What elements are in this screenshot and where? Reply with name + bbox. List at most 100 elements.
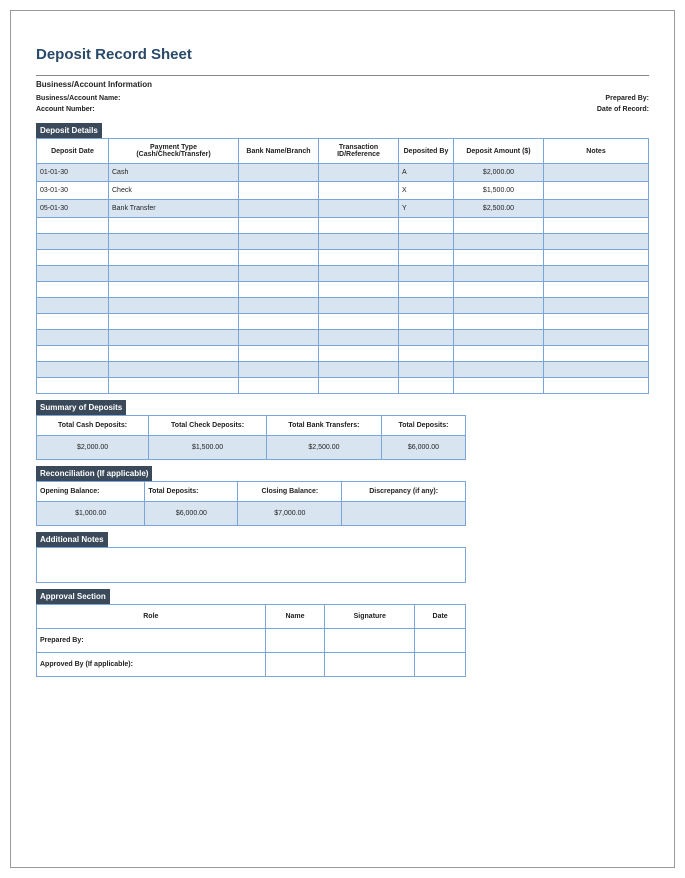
cell-date xyxy=(37,314,109,330)
cell-amount xyxy=(454,330,544,346)
col-date: Deposit Date xyxy=(37,139,109,164)
col-payment: Payment Type (Cash/Check/Transfer) xyxy=(109,139,239,164)
recon-closing-value: $7,000.00 xyxy=(238,502,342,526)
cell-notes xyxy=(544,234,649,250)
summary-total-label: Total Deposits: xyxy=(381,416,465,436)
cell-bank xyxy=(239,266,319,282)
cell-transaction xyxy=(319,234,399,250)
business-row-2: Account Number: Date of Record: xyxy=(36,106,649,113)
approval-signature-label: Signature xyxy=(325,605,415,629)
cell-bank xyxy=(239,314,319,330)
approval-role-label: Role xyxy=(37,605,266,629)
approval-table: Role Name Signature Date Prepared By:App… xyxy=(36,604,466,677)
cell-amount xyxy=(454,218,544,234)
cell-bank xyxy=(239,330,319,346)
cell-payment xyxy=(109,234,239,250)
cell-deposited_by xyxy=(399,282,454,298)
cell-bank xyxy=(239,378,319,394)
reconciliation-table: Opening Balance: Total Deposits: Closing… xyxy=(36,481,466,526)
cell-transaction xyxy=(319,266,399,282)
approval-header-row: Role Name Signature Date xyxy=(37,605,466,629)
cell-notes xyxy=(544,362,649,378)
cell-notes xyxy=(544,266,649,282)
cell-amount xyxy=(454,346,544,362)
cell-date xyxy=(37,330,109,346)
account-number-label: Account Number: xyxy=(36,106,136,113)
prepared-by-label: Prepared By: xyxy=(549,95,649,102)
deposit-details-table: Deposit Date Payment Type (Cash/Check/Tr… xyxy=(36,138,649,394)
col-bank: Bank Name/Branch xyxy=(239,139,319,164)
summary-bank-value: $2,500.00 xyxy=(266,436,381,460)
cell-notes xyxy=(544,218,649,234)
cell-payment xyxy=(109,298,239,314)
cell-payment xyxy=(109,378,239,394)
summary-heading: Summary of Deposits xyxy=(36,400,126,415)
reconciliation-heading: Reconciliation (If applicable) xyxy=(36,466,152,481)
cell-date xyxy=(37,266,109,282)
business-info-heading: Business/Account Information xyxy=(36,80,649,89)
cell-payment: Check xyxy=(109,182,239,200)
summary-check-value: $1,500.00 xyxy=(149,436,267,460)
table-row: 03-01-30CheckX$1,500.00 xyxy=(37,182,649,200)
cell-payment xyxy=(109,250,239,266)
cell-name xyxy=(265,629,325,653)
business-name-label: Business/Account Name: xyxy=(36,95,136,102)
summary-cash-value: $2,000.00 xyxy=(37,436,149,460)
recon-closing-label: Closing Balance: xyxy=(238,482,342,502)
cell-date xyxy=(37,218,109,234)
cell-deposited_by xyxy=(399,378,454,394)
cell-amount xyxy=(454,282,544,298)
cell-payment xyxy=(109,218,239,234)
cell-amount: $2,000.00 xyxy=(454,164,544,182)
cell-payment xyxy=(109,362,239,378)
cell-deposited_by xyxy=(399,346,454,362)
cell-transaction xyxy=(319,164,399,182)
summary-header-row: Total Cash Deposits: Total Check Deposit… xyxy=(37,416,466,436)
cell-notes xyxy=(544,378,649,394)
table-row: 01-01-30CashA$2,000.00 xyxy=(37,164,649,182)
cell-bank xyxy=(239,164,319,182)
cell-date xyxy=(37,378,109,394)
cell-date xyxy=(37,282,109,298)
cell-name xyxy=(265,653,325,677)
cell-transaction xyxy=(319,182,399,200)
cell-amount xyxy=(454,234,544,250)
summary-table: Total Cash Deposits: Total Check Deposit… xyxy=(36,415,466,460)
cell-deposited_by xyxy=(399,314,454,330)
cell-payment: Bank Transfer xyxy=(109,200,239,218)
cell-date xyxy=(37,362,109,378)
cell-amount xyxy=(454,314,544,330)
cell-notes xyxy=(544,282,649,298)
cell-deposited_by xyxy=(399,362,454,378)
cell-date xyxy=(37,298,109,314)
cell-role: Approved By (If applicable): xyxy=(37,653,266,677)
cell-notes xyxy=(544,182,649,200)
table-row xyxy=(37,378,649,394)
summary-bank-label: Total Bank Transfers: xyxy=(266,416,381,436)
notes-box xyxy=(36,547,466,583)
cell-amount xyxy=(454,298,544,314)
cell-date xyxy=(37,346,109,362)
deposit-details-heading: Deposit Details xyxy=(36,123,102,138)
table-row xyxy=(37,346,649,362)
col-transaction: Transaction ID/Reference xyxy=(319,139,399,164)
cell-date: 01-01-30 xyxy=(37,164,109,182)
cell-deposited_by xyxy=(399,250,454,266)
page: Deposit Record Sheet Business/Account In… xyxy=(10,10,675,868)
cell-deposited_by xyxy=(399,218,454,234)
table-row xyxy=(37,266,649,282)
table-row xyxy=(37,330,649,346)
business-row-1: Business/Account Name: Prepared By: xyxy=(36,95,649,102)
col-amount: Deposit Amount ($) xyxy=(454,139,544,164)
table-row: 05-01-30Bank TransferY$2,500.00 xyxy=(37,200,649,218)
cell-payment xyxy=(109,330,239,346)
cell-bank xyxy=(239,234,319,250)
table-row xyxy=(37,314,649,330)
cell-transaction xyxy=(319,330,399,346)
date-of-record-label: Date of Record: xyxy=(549,106,649,113)
table-row: Approved By (If applicable): xyxy=(37,653,466,677)
summary-cash-label: Total Cash Deposits: xyxy=(37,416,149,436)
recon-discrepancy-label: Discrepancy (if any): xyxy=(342,482,466,502)
cell-amount xyxy=(454,266,544,282)
cell-deposited_by: X xyxy=(399,182,454,200)
